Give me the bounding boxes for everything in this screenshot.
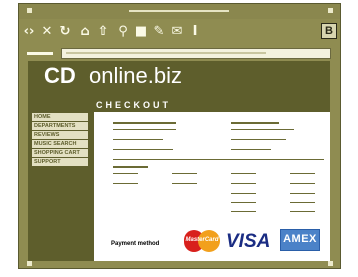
logo-brand[interactable]: CD — [44, 61, 76, 91]
address-label-dash — [27, 52, 53, 55]
nav-item-shopping-cart[interactable]: SHOPPING CART — [32, 149, 88, 157]
print-icon[interactable]: ■ — [133, 23, 149, 40]
text-line — [113, 183, 138, 184]
home-icon[interactable]: ⌂ — [77, 23, 93, 40]
text-line — [290, 202, 315, 203]
divider — [113, 159, 324, 160]
text-line — [172, 183, 197, 184]
text-line — [231, 122, 279, 124]
title-bar-grip — [129, 10, 229, 12]
upload-icon[interactable]: ⇧ — [95, 23, 111, 40]
logo-domain[interactable]: online.biz — [89, 61, 182, 91]
browser-window: ‹› ✕ ↻ ⌂ ⇧ ⚲ ■ ✎ ✉ I B CD online.biz HOM… — [18, 3, 341, 269]
text-line — [113, 129, 176, 130]
browser-toolbar: ‹› ✕ ↻ ⌂ ⇧ ⚲ ■ ✎ ✉ I B — [19, 20, 340, 44]
text-line — [290, 173, 315, 174]
address-input[interactable] — [61, 48, 331, 59]
text-line — [231, 183, 256, 184]
text-line — [231, 139, 286, 140]
text-line — [113, 166, 148, 168]
nav-item-music-search[interactable]: MUSIC SEARCH — [32, 140, 88, 148]
web-content: CD online.biz HOME DEPARTMENTS REVIEWS M… — [28, 61, 330, 261]
text-line — [113, 149, 173, 150]
visa-logo[interactable]: VISA — [226, 231, 270, 253]
text-line — [231, 149, 271, 150]
address-text-placeholder — [66, 52, 266, 54]
amex-logo[interactable]: AMEX — [280, 229, 320, 251]
nav-item-home[interactable]: HOME — [32, 113, 88, 121]
window-close-control[interactable] — [27, 8, 32, 13]
text-line — [172, 173, 197, 174]
mastercard-text: MasterCard — [185, 237, 219, 243]
reload-icon[interactable]: ↻ — [57, 23, 73, 40]
text-line — [290, 183, 315, 184]
amex-text: AMEX — [283, 233, 317, 245]
window-zoom-control[interactable] — [328, 8, 333, 13]
text-line — [113, 122, 176, 124]
checkout-panel: Payment method MasterCard VISA AMEX — [94, 112, 330, 261]
text-line — [290, 193, 315, 194]
payment-method-label: Payment method — [111, 241, 160, 247]
window-corner-left — [27, 261, 32, 266]
back-forward-arrows-icon[interactable]: ‹› — [21, 23, 37, 40]
mail-icon[interactable]: ✉ — [169, 23, 185, 40]
text-line — [231, 129, 294, 130]
sidebar-nav: HOME DEPARTMENTS REVIEWS MUSIC SEARCH SH… — [32, 113, 88, 167]
bookmark-button[interactable]: B — [321, 23, 337, 39]
nav-item-departments[interactable]: DEPARTMENTS — [32, 122, 88, 130]
nav-item-reviews[interactable]: REVIEWS — [32, 131, 88, 139]
text-line — [231, 193, 256, 194]
window-resize-handle[interactable] — [328, 261, 333, 266]
nav-item-support[interactable]: SUPPORT — [32, 158, 88, 166]
text-line — [231, 211, 256, 212]
text-line — [290, 211, 315, 212]
text-line — [231, 173, 256, 174]
address-bar — [19, 44, 340, 61]
text-line — [113, 173, 138, 174]
mastercard-logo[interactable]: MasterCard — [184, 230, 220, 252]
checkout-heading: CHECKOUT — [94, 99, 184, 112]
title-bar — [19, 4, 340, 19]
search-icon[interactable]: ⚲ — [115, 23, 131, 40]
pin-icon[interactable]: ✎ — [151, 23, 167, 40]
text-line — [231, 202, 256, 203]
stop-icon[interactable]: ✕ — [39, 23, 55, 40]
text-line — [113, 139, 163, 140]
cursor-icon[interactable]: I — [187, 23, 203, 40]
